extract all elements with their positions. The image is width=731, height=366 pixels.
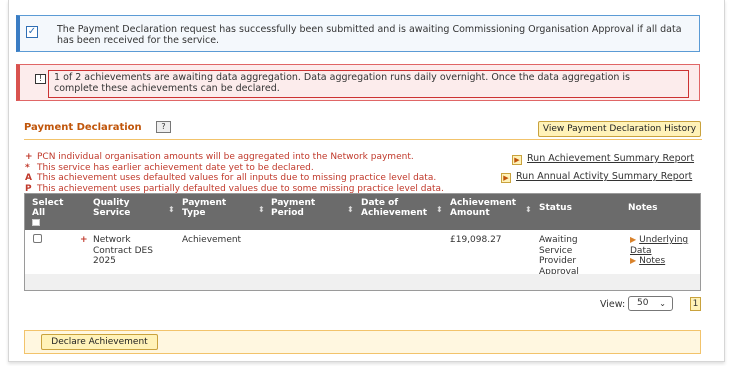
- notes-header: Notes: [628, 203, 658, 213]
- section-title: Payment Declaration: [24, 122, 142, 133]
- sort-icon[interactable]: ⬍: [525, 205, 532, 214]
- notes-link[interactable]: ▶ Notes: [630, 256, 698, 267]
- select-all-header: Select All: [32, 198, 64, 218]
- table-row: + Network Contract DES 2025 Achievement …: [25, 230, 700, 277]
- status-header: Status: [539, 203, 572, 213]
- payment-type-header[interactable]: Payment Type: [182, 198, 237, 218]
- status-cell: Awaiting Service Provider Approval: [539, 235, 579, 277]
- aggregation-warning: ! 1 of 2 achievements are awaiting data …: [16, 64, 700, 101]
- legend: + PCN individual organisation amounts wil…: [25, 152, 505, 194]
- legend-item: * This service has earlier achievement da…: [25, 162, 314, 173]
- table-header: Select All Quality Service ⬍ Payment Typ…: [25, 194, 700, 230]
- page-number-button[interactable]: 1: [690, 297, 701, 311]
- warning-message-text: 1 of 2 achievements are awaiting data ag…: [54, 72, 631, 94]
- success-message-text: The Payment Declaration request has succ…: [57, 24, 682, 46]
- action-panel: Declare Achievement: [24, 330, 701, 354]
- page-size-value: 50: [637, 298, 649, 308]
- arrow-right-icon: ▶: [501, 173, 511, 183]
- achievement-amount-cell: £19,098.27: [450, 235, 502, 245]
- date-of-achievement-header[interactable]: Date of Achievement: [361, 198, 436, 218]
- quality-service-cell: Network Contract DES 2025: [93, 235, 153, 266]
- select-all-checkbox[interactable]: [32, 219, 40, 226]
- help-icon[interactable]: ?: [156, 121, 171, 133]
- checkbox-checked-icon: ✓: [26, 26, 38, 38]
- quality-service-header[interactable]: Quality Service: [93, 198, 149, 218]
- achievement-amount-header[interactable]: Achievement Amount: [450, 198, 525, 218]
- sort-icon[interactable]: ⬍: [347, 205, 354, 214]
- achievement-summary-report-link[interactable]: ▶ Run Achievement Summary Report: [512, 153, 694, 165]
- section-divider: [24, 139, 702, 140]
- declaration-table: Select All Quality Service ⬍ Payment Typ…: [24, 193, 701, 291]
- view-label: View:: [600, 299, 626, 310]
- payment-period-header[interactable]: Payment Period: [271, 198, 326, 218]
- legend-item: A This achievement uses defaulted values …: [25, 173, 437, 183]
- chevron-down-icon: ⌄: [659, 299, 666, 308]
- caret-right-icon: ▶: [630, 235, 637, 244]
- table-footer-row: [25, 274, 700, 290]
- alert-icon: !: [35, 74, 46, 84]
- legend-item: + PCN individual organisation amounts wil…: [25, 152, 414, 162]
- sort-icon[interactable]: ⬍: [436, 205, 443, 214]
- view-history-button[interactable]: View Payment Declaration History: [538, 121, 701, 137]
- pcn-marker: +: [80, 235, 88, 245]
- sort-icon[interactable]: ⬍: [258, 205, 265, 214]
- arrow-right-icon: ▶: [512, 155, 522, 165]
- underlying-data-link[interactable]: ▶ Underlying Data: [630, 235, 698, 256]
- payment-type-cell: Achievement: [182, 235, 242, 245]
- caret-right-icon: ▶: [630, 256, 637, 265]
- sort-icon[interactable]: ⬍: [168, 205, 175, 214]
- declare-achievement-button[interactable]: Declare Achievement: [41, 334, 158, 350]
- annual-activity-report-link[interactable]: ▶ Run Annual Activity Summary Report: [501, 171, 692, 183]
- success-message: ✓ The Payment Declaration request has su…: [16, 15, 700, 52]
- row-checkbox[interactable]: [33, 234, 42, 243]
- page-size-select[interactable]: 50 ⌄: [628, 296, 673, 311]
